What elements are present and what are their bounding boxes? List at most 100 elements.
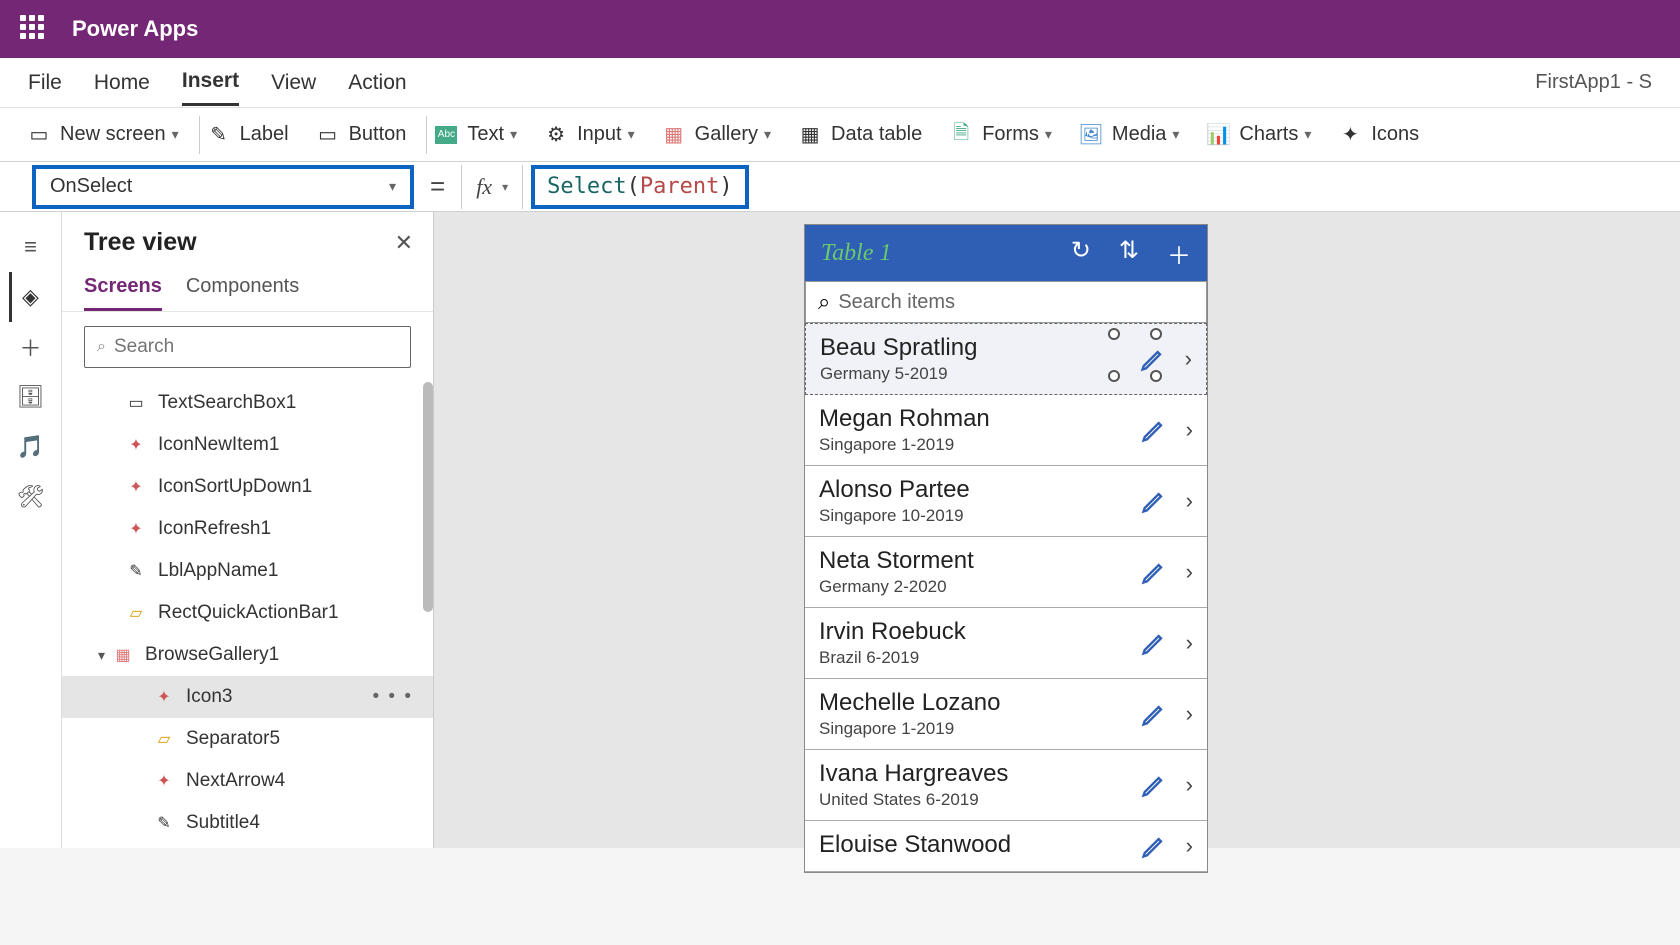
menu-insert[interactable]: Insert	[182, 59, 239, 106]
tab-screens[interactable]: Screens	[84, 265, 162, 311]
tree-item-selected[interactable]: ✦ Icon3 • • •	[62, 676, 433, 718]
tree-item[interactable]: ✦IconRefresh1	[62, 508, 433, 550]
list-item-name: Elouise Stanwood	[819, 831, 1140, 859]
chevron-right-icon[interactable]: ›	[1186, 559, 1193, 585]
icon-node-icon: ✦	[124, 435, 148, 455]
tree-search-input[interactable]	[114, 336, 398, 358]
list-item[interactable]: Elouise Stanwood ›	[805, 821, 1207, 872]
label-label: Label	[240, 123, 289, 146]
media-rail-icon[interactable]: 🎵	[11, 422, 51, 472]
gallery-button[interactable]: ▦ Gallery ▾	[663, 123, 771, 146]
sort-icon[interactable]: ⇅	[1119, 236, 1139, 271]
more-icon[interactable]: • • •	[372, 686, 413, 708]
app-launcher-icon[interactable]	[20, 15, 48, 43]
menu-home[interactable]: Home	[94, 61, 150, 105]
chevron-right-icon[interactable]: ›	[1186, 772, 1193, 798]
refresh-icon[interactable]: ↻	[1071, 236, 1091, 271]
tree-search[interactable]: ⌕	[84, 326, 411, 368]
fx-button[interactable]: fx ▾	[461, 165, 523, 209]
selection-handles[interactable]	[1108, 328, 1162, 382]
canvas[interactable]: Table 1 ↻ ⇅ ＋ ⌕ Search items Beau Spratl…	[434, 212, 1680, 848]
chevron-right-icon[interactable]: ›	[1186, 488, 1193, 514]
edit-icon[interactable]	[1140, 629, 1168, 657]
edit-icon[interactable]	[1140, 558, 1168, 586]
plus-icon[interactable]: ＋	[11, 322, 51, 372]
menu-view[interactable]: View	[271, 61, 316, 105]
label-button[interactable]: ✎ Label	[208, 123, 289, 146]
edit-icon[interactable]	[1140, 832, 1168, 860]
tree-view-panel: Tree view ✕ Screens Components ⌕ ▭TextSe…	[62, 212, 434, 848]
list-item-name: Mechelle Lozano	[819, 689, 1140, 717]
list-item[interactable]: Alonso ParteeSingapore 10-2019›	[805, 466, 1207, 537]
rect-node-icon: ▱	[152, 729, 176, 749]
list-item[interactable]: Ivana HargreavesUnited States 6-2019›	[805, 750, 1207, 821]
media-icon: 🖼	[1080, 126, 1102, 144]
chevron-right-icon[interactable]: ›	[1186, 833, 1193, 859]
input-label: Input	[577, 123, 621, 146]
forms-button[interactable]: 🗎 Forms ▾	[950, 123, 1052, 146]
chevron-down-icon: ▾	[510, 126, 517, 143]
chevron-right-icon[interactable]: ›	[1186, 630, 1193, 656]
menu-bar: File Home Insert View Action FirstApp1 -…	[0, 58, 1680, 108]
chevron-down-icon[interactable]: ▾	[98, 647, 105, 664]
tree-item[interactable]: ✎Subtitle4	[62, 802, 433, 844]
list-item[interactable]: Irvin RoebuckBrazil 6-2019›	[805, 608, 1207, 679]
preview-header: Table 1 ↻ ⇅ ＋	[805, 225, 1207, 281]
input-icon: ⚙	[545, 126, 567, 144]
insert-toolbar: ▭ New screen ▾ ✎ Label ▭ Button Abc Text…	[0, 108, 1680, 162]
menu-file[interactable]: File	[28, 61, 62, 105]
add-icon[interactable]: ＋	[1167, 236, 1191, 271]
tree-item[interactable]: ✦IconSortUpDown1	[62, 466, 433, 508]
formula-paren: )	[719, 174, 732, 199]
edit-icon[interactable]	[1140, 487, 1168, 515]
tree-item-label: Icon3	[186, 686, 232, 708]
list-item[interactable]: Beau SpratlingGermany 5-2019›	[805, 323, 1207, 395]
button-button[interactable]: ▭ Button	[317, 123, 407, 146]
input-button[interactable]: ⚙ Input ▾	[545, 123, 635, 146]
tree-view-icon[interactable]: ◈	[9, 272, 49, 322]
edit-icon[interactable]	[1140, 700, 1168, 728]
charts-icon: 📊	[1207, 126, 1229, 144]
tools-icon[interactable]: 🛠	[11, 472, 51, 522]
close-icon[interactable]: ✕	[395, 230, 413, 256]
tree-item[interactable]: ✦IconNewItem1	[62, 424, 433, 466]
tab-components[interactable]: Components	[186, 265, 299, 311]
chevron-right-icon[interactable]: ›	[1185, 346, 1192, 372]
charts-button[interactable]: 📊 Charts ▾	[1207, 123, 1311, 146]
menu-action[interactable]: Action	[348, 61, 406, 105]
media-button[interactable]: 🖼 Media ▾	[1080, 123, 1180, 146]
tree-item[interactable]: ▱RectQuickActionBar1	[62, 592, 433, 634]
equals-sign: =	[430, 171, 445, 202]
preview-search[interactable]: ⌕ Search items	[805, 281, 1207, 323]
preview-list: Beau SpratlingGermany 5-2019›Megan Rohma…	[805, 323, 1207, 872]
edit-icon[interactable]	[1140, 416, 1168, 444]
tree-item-collapsible[interactable]: ▾▦BrowseGallery1	[62, 634, 433, 676]
rect-node-icon: ▱	[124, 603, 148, 623]
property-select[interactable]: OnSelect ▾	[32, 165, 414, 209]
tree-item[interactable]: ▭TextSearchBox1	[62, 382, 433, 424]
text-button[interactable]: Abc Text ▾	[435, 123, 517, 146]
data-table-button[interactable]: ▦ Data table	[799, 123, 922, 146]
scrollbar-thumb[interactable]	[423, 382, 433, 612]
data-icon[interactable]: 🗄	[11, 372, 51, 422]
chevron-right-icon[interactable]: ›	[1186, 701, 1193, 727]
new-screen-label: New screen	[60, 123, 166, 146]
search-icon: ⌕	[818, 289, 830, 315]
tree-item[interactable]: ▱Separator5	[62, 718, 433, 760]
chevron-right-icon[interactable]: ›	[1186, 417, 1193, 443]
list-item-sub: Singapore 1-2019	[819, 435, 1140, 455]
formula-input[interactable]: Select(Parent)	[531, 165, 748, 209]
formula-bar: OnSelect ▾ = fx ▾ Select(Parent)	[0, 162, 1680, 212]
hamburger-icon[interactable]: ≡	[11, 222, 51, 272]
icon-node-icon: ✦	[152, 687, 176, 707]
main-area: ≡ ◈ ＋ 🗄 🎵 🛠 Tree view ✕ Screens Componen…	[0, 212, 1680, 848]
list-item[interactable]: Mechelle LozanoSingapore 1-2019›	[805, 679, 1207, 750]
edit-icon[interactable]	[1140, 771, 1168, 799]
icons-button[interactable]: ✦ Icons	[1339, 123, 1419, 146]
new-screen-button[interactable]: ▭ New screen ▾	[28, 123, 179, 146]
list-item[interactable]: Neta StormentGermany 2-2020›	[805, 537, 1207, 608]
list-item[interactable]: Megan RohmanSingapore 1-2019›	[805, 395, 1207, 466]
tree-item[interactable]: ✦NextArrow4	[62, 760, 433, 802]
tree-item[interactable]: ✎LblAppName1	[62, 550, 433, 592]
chevron-down-icon: ▾	[628, 126, 635, 143]
